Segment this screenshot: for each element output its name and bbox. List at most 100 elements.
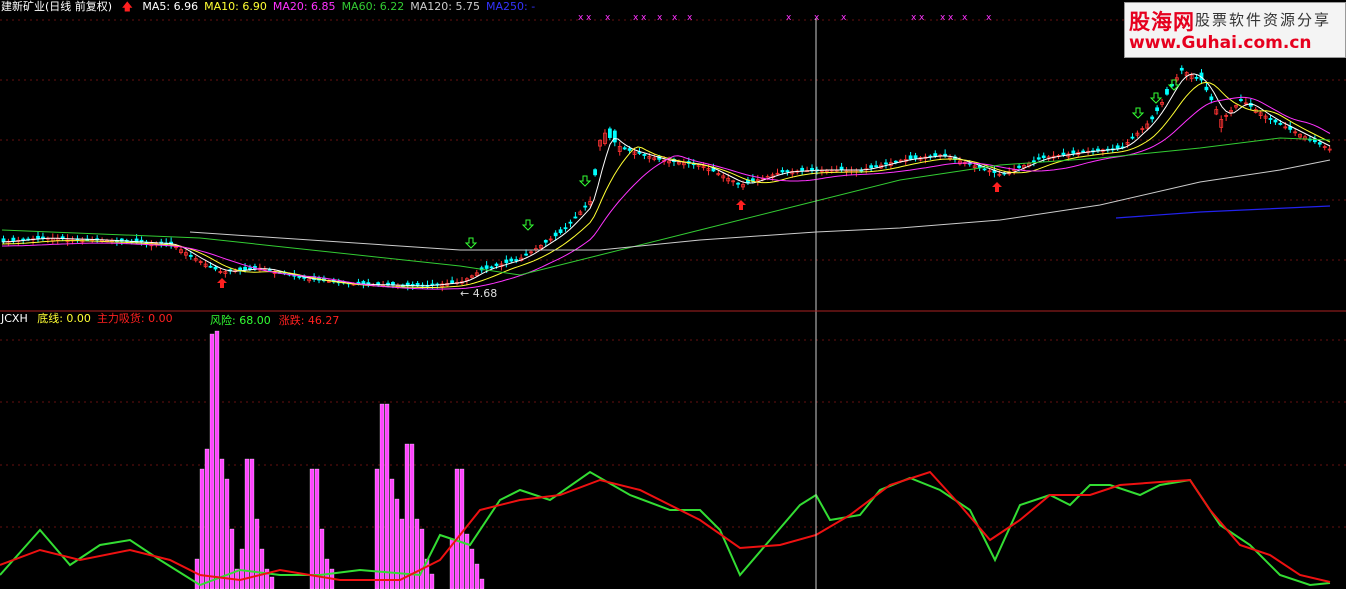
candle-body: [1017, 165, 1021, 168]
buy-arrow-icon: [992, 182, 1002, 192]
indicator-legend-item: 主力吸货: 0.00: [96, 312, 173, 325]
candle-body: [1, 238, 6, 243]
indicator-legend-right: 风险: 68.00 涨跌: 46.27: [210, 312, 347, 328]
absorb-bar: [394, 498, 400, 589]
sell-arrow-icon: [578, 175, 592, 187]
signal-marker: x: [605, 13, 611, 23]
absorb-bar: [209, 333, 215, 589]
candle-body: [509, 258, 514, 262]
indicator-panel[interactable]: [0, 330, 1331, 589]
watermark-brand: 股海网: [1129, 10, 1195, 34]
candle-body: [553, 232, 558, 237]
signal-marker: x: [641, 13, 647, 23]
price-header: 建新矿业(日线 前复权) 🡅 MA5: 6.96 MA10: 6.90 MA20: …: [1, 0, 547, 14]
candle-body: [243, 266, 247, 271]
absorb-bar: [454, 468, 460, 589]
indicator-legend: 底线: 0.00 主力吸货: 0.00: [37, 312, 178, 325]
signal-marker: x: [986, 13, 992, 23]
absorb-bar: [314, 468, 320, 589]
ma5-line: [1, 73, 1331, 287]
buy-arrow-icon: [736, 200, 746, 210]
ma-legend-item: MA250: -: [486, 0, 536, 13]
signal-marker: x: [786, 13, 792, 23]
candle-body: [1278, 123, 1283, 125]
ma-legend-item: MA120: 5.75: [410, 0, 480, 13]
candle-body: [1150, 116, 1155, 120]
ma250-line: [1115, 205, 1331, 219]
candle-body: [593, 169, 597, 176]
watermark-slogan: 股票软件资源分享: [1195, 11, 1332, 29]
absorb-bar: [249, 458, 255, 589]
absorb-bar: [259, 548, 265, 589]
ma10-line: [1, 81, 1331, 288]
candle-body: [1179, 67, 1184, 71]
signal-marker: x: [687, 13, 693, 23]
candle-body: [874, 165, 879, 168]
absorb-bar: [309, 468, 315, 589]
candle-body: [1096, 148, 1100, 151]
chart-canvas[interactable]: xxxxxxxxxxxxxxxxx: [0, 0, 1346, 589]
candle-body: [1031, 160, 1036, 163]
candle-body: [1239, 99, 1243, 101]
absorb-bar: [474, 563, 480, 589]
watermark-logo: 股海网 股票软件资源分享 www.Guhai.com.cn: [1124, 2, 1346, 58]
candle-body: [642, 154, 647, 156]
candle-body: [568, 221, 573, 224]
candle-body: [893, 160, 898, 163]
signal-marker: x: [672, 13, 678, 23]
candle-body: [450, 280, 455, 284]
stock-title[interactable]: 建新矿业(日线 前复权): [1, 0, 112, 13]
absorb-bar: [479, 578, 485, 589]
candle-body: [627, 148, 632, 151]
absorb-bar: [419, 528, 425, 589]
low-price-label: ← 4.68: [460, 287, 498, 300]
sell-arrow-icon: [1167, 79, 1181, 91]
candle-body: [558, 229, 563, 233]
absorb-bar: [469, 548, 475, 589]
absorb-bar: [409, 443, 415, 589]
candle-body: [504, 259, 509, 263]
watermark-url: www.Guhai.com.cn: [1129, 33, 1312, 53]
candle-body: [1268, 118, 1273, 120]
candle-body: [1273, 119, 1278, 123]
absorb-bar: [464, 533, 470, 589]
absorb-bar: [224, 478, 230, 589]
candle-body: [1204, 86, 1209, 91]
candle-body: [489, 266, 494, 269]
grid-lines: [0, 19, 1346, 528]
signal-marker: x: [911, 13, 917, 23]
candle-body: [484, 265, 489, 269]
signal-marker: x: [940, 13, 946, 23]
absorb-bar: [214, 330, 220, 589]
absorb-bar: [384, 403, 390, 589]
candle-body: [780, 170, 785, 173]
candle-body: [238, 267, 243, 271]
candle-body: [884, 162, 888, 165]
candle-body: [982, 168, 987, 171]
candle-body: [1081, 150, 1086, 153]
ma120-line: [189, 159, 1331, 251]
candle-body: [248, 267, 252, 270]
candle-body: [1115, 145, 1120, 149]
candle-body: [583, 205, 588, 208]
candle-body: [785, 170, 790, 173]
candle-body: [736, 182, 740, 185]
candle-body: [514, 259, 519, 261]
candle-body: [1165, 89, 1169, 95]
absorb-bar: [459, 468, 465, 589]
indicator-name[interactable]: JCXH: [1, 312, 28, 325]
candle-body: [869, 165, 874, 168]
candle-body: [1155, 107, 1160, 112]
indicator-header: JCXH 底线: 0.00 主力吸货: 0.00: [1, 312, 185, 326]
candle-body: [213, 266, 218, 270]
absorb-bar: [239, 548, 245, 589]
candle-body: [573, 216, 578, 219]
sell-arrow-icon: [464, 237, 478, 249]
candle-body: [622, 147, 627, 150]
absorb-bar: [319, 528, 325, 589]
candle-body: [1041, 155, 1046, 159]
candle-body: [208, 265, 213, 268]
low-price-value: 4.68: [472, 287, 498, 300]
candle-body: [524, 253, 528, 256]
absorb-bar: [204, 448, 210, 589]
